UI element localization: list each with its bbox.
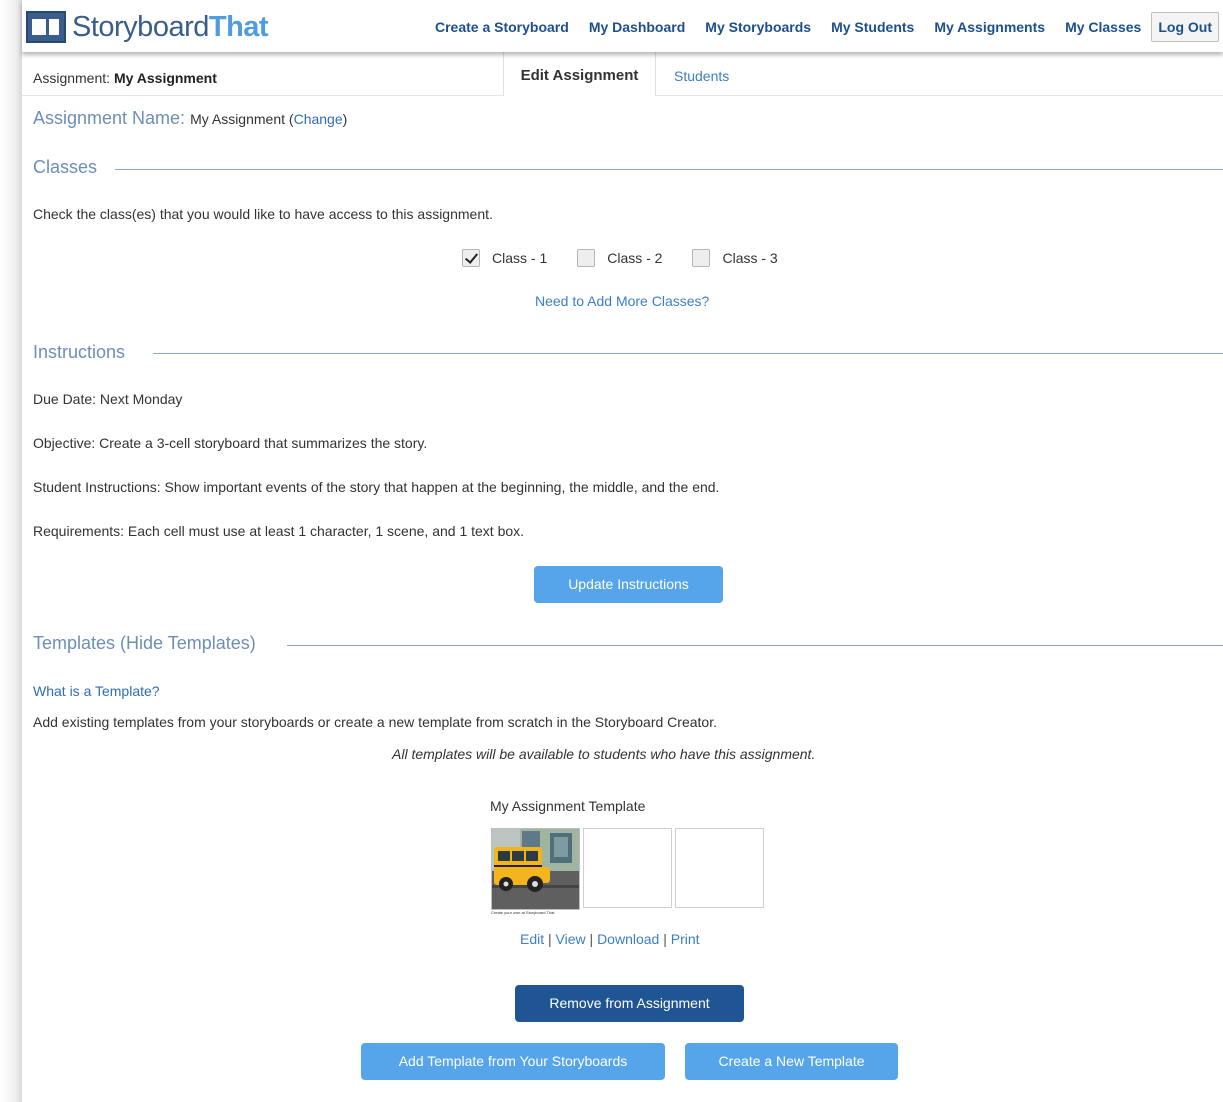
class-2-label: Class - 2	[607, 250, 663, 266]
class-2-checkbox[interactable]	[577, 249, 596, 267]
assignment-subbar: Assignment: My Assignment Edit Assignmen…	[22, 52, 1223, 96]
assignment-name-row: Assignment Name: My Assignment (Change)	[33, 108, 348, 128]
instructions-heading: Instructions	[33, 342, 126, 362]
main-content: Assignment: My Assignment Edit Assignmen…	[22, 52, 1223, 1102]
tab-edit-assignment[interactable]: Edit Assignment	[503, 52, 656, 96]
template-view-link[interactable]: View	[556, 931, 586, 947]
class-2-option[interactable]: Class - 2	[577, 249, 662, 267]
template-cell-1	[491, 828, 580, 910]
nav-my-storyboards[interactable]: My Storyboards	[705, 19, 811, 35]
logo-text: StoryboardThat	[72, 10, 269, 43]
school-bus-scene-icon	[492, 829, 579, 909]
class-checkbox-row: Class - 1 Class - 2 Class - 3	[462, 249, 808, 267]
update-instructions-button[interactable]: Update Instructions	[534, 566, 723, 603]
tab-students[interactable]: Students	[674, 68, 729, 84]
add-template-from-storyboards-button[interactable]: Add Template from Your Storyboards	[361, 1043, 665, 1080]
template-edit-link[interactable]: Edit	[520, 931, 544, 947]
logo-icon	[26, 11, 66, 43]
instruction-student: Student Instructions: Show important eve…	[33, 479, 720, 495]
logout-button[interactable]: Log Out	[1151, 12, 1219, 42]
what-is-template-link[interactable]: What is a Template?	[33, 683, 160, 699]
create-new-template-button[interactable]: Create a New Template	[685, 1043, 898, 1080]
instructions-divider	[153, 353, 1223, 354]
template-cell-3	[675, 828, 764, 908]
storyboardthat-logo[interactable]: StoryboardThat	[26, 8, 269, 46]
thumbnail-caption: Create your own at Storyboard That	[491, 910, 555, 915]
class-1-label: Class - 1	[492, 250, 548, 266]
nav-my-assignments[interactable]: My Assignments	[934, 19, 1045, 35]
template-download-link[interactable]: Download	[597, 931, 659, 947]
assignment-name-label: Assignment Name:	[33, 108, 186, 128]
template-name: My Assignment Template	[490, 798, 646, 814]
change-name-link[interactable]: Change	[294, 111, 343, 127]
add-more-classes-link[interactable]: Need to Add More Classes?	[535, 293, 709, 309]
assignment-label: Assignment: My Assignment	[33, 70, 217, 86]
classes-divider	[115, 169, 1223, 170]
classes-prompt: Check the class(es) that you would like …	[33, 206, 493, 222]
assignment-name-value: My Assignment	[190, 111, 286, 127]
nav-my-students[interactable]: My Students	[831, 19, 914, 35]
instruction-due-date: Due Date: Next Monday	[33, 391, 183, 407]
nav-my-classes[interactable]: My Classes	[1065, 19, 1141, 35]
nav-my-dashboard[interactable]: My Dashboard	[589, 19, 685, 35]
template-print-link[interactable]: Print	[671, 931, 700, 947]
class-3-option[interactable]: Class - 3	[692, 249, 778, 267]
class-1-option[interactable]: Class - 1	[462, 249, 547, 267]
template-actions: Edit | View | Download | Print	[520, 931, 700, 947]
template-cell-2	[583, 828, 672, 908]
main-nav: Create a Storyboard My Dashboard My Stor…	[415, 12, 1219, 42]
template-thumbnail[interactable]	[491, 828, 767, 910]
remove-from-assignment-button[interactable]: Remove from Assignment	[515, 985, 744, 1022]
templates-note: All templates will be available to stude…	[392, 746, 816, 762]
templates-divider	[287, 645, 1223, 646]
instruction-requirements: Requirements: Each cell must use at leas…	[33, 523, 525, 539]
instruction-objective: Objective: Create a 3-cell storyboard th…	[33, 435, 428, 451]
templates-description: Add existing templates from your storybo…	[33, 714, 717, 730]
templates-heading[interactable]: Templates (Hide Templates)	[33, 633, 256, 654]
top-header: StoryboardThat Create a Storyboard My Da…	[22, 0, 1223, 52]
left-page-shadow	[0, 0, 22, 1102]
class-3-checkbox[interactable]	[692, 249, 711, 267]
nav-create-storyboard[interactable]: Create a Storyboard	[435, 19, 569, 35]
class-1-checkbox[interactable]	[462, 249, 480, 267]
class-3-label: Class - 3	[722, 250, 778, 266]
classes-heading: Classes	[33, 157, 98, 177]
